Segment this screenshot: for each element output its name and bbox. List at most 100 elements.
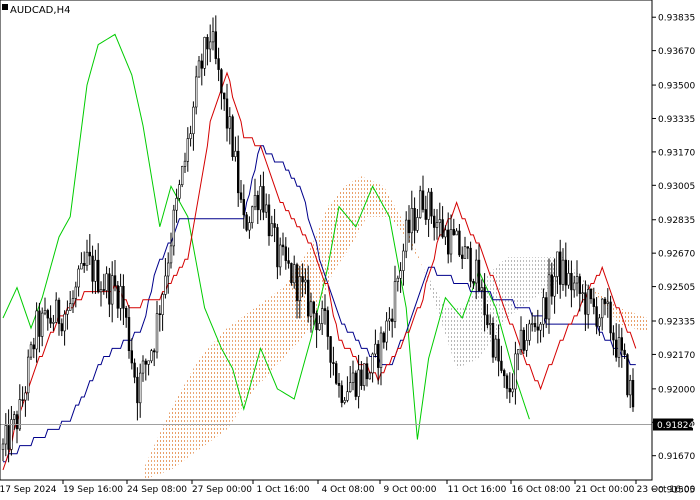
kumo-segment: [204, 349, 208, 446]
candle: [354, 370, 357, 401]
kumo-segment: [327, 203, 331, 286]
x-tick-label: 27 Sep 00:00: [192, 485, 252, 495]
y-tick-label: 0.92335: [658, 318, 695, 328]
x-tick-label: 1 Oct 16:00: [257, 485, 310, 495]
kumo-segment: [168, 409, 171, 471]
kumo-segment: [355, 177, 359, 237]
kumo-segment: [162, 421, 166, 473]
kumo-segment: [185, 378, 188, 460]
kumo-segment: [263, 299, 267, 380]
kumo-segment: [501, 259, 505, 327]
y-tick-label: 0.93335: [658, 115, 695, 125]
kumo-segment: [274, 291, 278, 368]
kumo-segment: [473, 288, 477, 362]
current-price-badge: 0.91824: [653, 418, 694, 431]
kumo-segment: [526, 257, 530, 304]
candle: [181, 165, 184, 188]
kumo-segment: [235, 320, 239, 418]
kumo-segment: [260, 301, 264, 383]
y-tick-label: 0.93500: [658, 82, 695, 92]
kumo-segment: [518, 257, 521, 310]
kumo-segment: [201, 352, 205, 448]
kumo-segment: [277, 289, 281, 365]
kumo-segment: [229, 324, 233, 426]
y-tick-label: 0.93170: [658, 148, 695, 158]
kumo-segment: [535, 257, 538, 298]
kumo-segment: [521, 257, 524, 308]
kumo-segment: [165, 415, 169, 472]
kumo-segment: [190, 368, 194, 456]
kumo-segment: [154, 439, 157, 476]
candle: [491, 317, 495, 363]
y-tick-label: 0.92835: [658, 216, 695, 226]
kumo-segment: [638, 314, 642, 331]
kumo-segment: [635, 313, 639, 330]
symbol-title: AUDCAD,H4: [10, 5, 70, 16]
candle: [626, 353, 629, 398]
y-tick-label: 0.92170: [658, 351, 695, 361]
chart-window[interactable]: 0.93835 0.93670 0.93500 0.93335 0.93170 0.930…: [0, 0, 700, 500]
x-tick-label: 23 Oct 16:00: [637, 485, 696, 495]
y-tick-label: 0.92000: [658, 385, 695, 395]
kumo-segment: [369, 180, 373, 217]
symbol-marker-icon: [2, 4, 8, 10]
kumo-segment: [456, 307, 460, 369]
kumo-segment: [470, 292, 474, 363]
candle: [150, 348, 153, 364]
kumo-segment: [218, 334, 222, 436]
kumo-segment: [515, 257, 519, 312]
x-tick-label: 17 Sep 2024: [0, 485, 57, 495]
kumo-segment: [252, 307, 255, 393]
kumo-segment: [537, 257, 541, 296]
candle: [368, 371, 371, 380]
candle: [245, 212, 248, 232]
x-tick-label: 4 Oct 08:00: [322, 485, 375, 495]
kumo-segment: [375, 182, 379, 217]
y-tick-label: 0.93670: [658, 47, 695, 57]
x-tick-label: 9 Oct 00:00: [384, 485, 437, 495]
kumo-segment: [269, 295, 272, 374]
kumo-segment: [215, 337, 219, 438]
y-tick-label: 0.92670: [658, 250, 695, 260]
kumo-segment: [255, 305, 258, 389]
kumo-segment: [171, 404, 174, 470]
kumo-segment: [532, 257, 535, 300]
y-tick-label: 0.92505: [658, 283, 695, 293]
kumo-segment: [280, 287, 283, 362]
kumo-segment: [543, 257, 547, 292]
kumo-segment: [187, 373, 191, 458]
y-tick-label: 0.93005: [658, 182, 695, 192]
x-tick-label: 11 Oct 16:00: [448, 485, 507, 495]
kumo-segment: [179, 388, 183, 464]
x-tick-label: 21 Oct 00:00: [576, 485, 635, 495]
kumo-segment: [224, 328, 227, 432]
kumo-segment: [210, 343, 213, 442]
kumo-segment: [630, 311, 633, 329]
kumo-segment: [316, 226, 320, 314]
kumo-segment: [159, 427, 163, 474]
kumo-segment: [467, 296, 471, 364]
kumo-segment: [353, 179, 356, 243]
kumo-segment: [182, 383, 185, 462]
kumo-segment: [540, 257, 544, 294]
kumo-segment: [257, 303, 261, 386]
candle: [522, 327, 526, 354]
price-chart[interactable]: 0.93835 0.93670 0.93500 0.93335 0.93170 0.930…: [0, 0, 700, 500]
kumo-segment: [383, 186, 387, 217]
kumo-segment: [207, 346, 211, 444]
kumo-segment: [157, 433, 160, 475]
candle: [418, 185, 422, 219]
kumo-segment: [507, 257, 510, 318]
kumo-segment: [173, 398, 177, 468]
kumo-segment: [339, 189, 342, 264]
kumo-segment: [381, 185, 384, 217]
x-tick-label: 24 Sep 08:00: [127, 485, 187, 495]
kumo-segment: [350, 181, 353, 248]
x-tick-label: 19 Sep 16:00: [63, 485, 123, 495]
kumo-segment: [336, 193, 339, 268]
kumo-segment: [344, 184, 348, 256]
kumo-segment: [221, 331, 225, 434]
y-tick-label: 0.91670: [658, 452, 695, 462]
kumo-segment: [243, 313, 247, 406]
x-tick-label: 16 Oct 08:00: [512, 485, 571, 495]
